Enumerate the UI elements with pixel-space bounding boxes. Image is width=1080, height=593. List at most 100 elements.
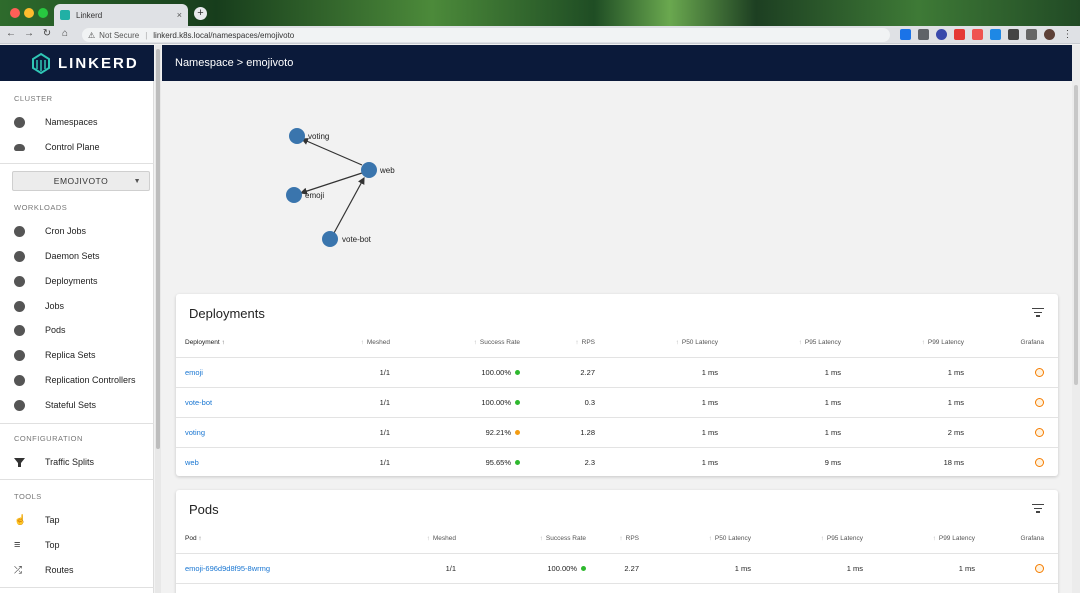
deployment-link[interactable]: vote-bot	[185, 398, 212, 407]
success-rate-cell: 100.00%	[390, 357, 520, 388]
pods-table: Pod ↑ ↑ Meshed ↑ Success Rate ↑ RPS ↑ P50 La…	[176, 525, 1058, 584]
sidebar-item-label: Stateful Sets	[45, 400, 97, 410]
p99-cell: 2 ms	[841, 417, 964, 448]
column-header-p95-latency[interactable]: ↑ P95 Latency	[718, 329, 841, 358]
new-tab-button[interactable]: +	[194, 7, 207, 20]
tab-close-icon[interactable]: ×	[177, 10, 182, 20]
deployment-link[interactable]: web	[185, 458, 199, 467]
p95-cell: 1 ms	[718, 387, 841, 418]
sidebar-item-label: Tap	[45, 515, 60, 525]
sidebar-item-stateful-sets[interactable]: Stateful Sets	[14, 396, 150, 414]
grafana-icon[interactable]	[1035, 397, 1044, 407]
address-separator: |	[145, 30, 148, 40]
brand-bar[interactable]: LINKERD	[0, 45, 154, 81]
p50-cell: 1 ms	[595, 357, 718, 388]
column-header-meshed[interactable]: ↑ Meshed	[306, 329, 390, 358]
deployment-link[interactable]: emoji	[185, 368, 203, 377]
card-title: Pods	[189, 502, 219, 517]
grafana-icon[interactable]	[1035, 563, 1044, 573]
address-bar[interactable]: ⚠ Not Secure | linkerd.k8s.local/namespa…	[82, 28, 890, 42]
column-header-p50-latency[interactable]: ↑ P50 Latency	[595, 329, 718, 358]
sidebar-item-control-plane[interactable]: Control Plane	[14, 138, 150, 156]
back-icon[interactable]: ←	[4, 28, 18, 39]
maximize-window-button[interactable]	[38, 8, 48, 18]
extension-icon[interactable]	[918, 29, 929, 40]
extension-icon[interactable]	[936, 29, 947, 40]
page-header: Namespace > emojivoto	[162, 45, 1072, 81]
column-header-p99-latency[interactable]: ↑ P99 Latency	[863, 525, 975, 554]
namespaces-icon	[14, 116, 25, 128]
column-header-success-rate[interactable]: ↑ Success Rate	[456, 525, 586, 554]
sidebar-item-namespaces[interactable]: Namespaces	[14, 113, 150, 131]
security-label: Not Secure	[99, 30, 140, 40]
sidebar-item-tap[interactable]: ☝ Tap	[14, 511, 150, 529]
graph-label-emoji: emoji	[305, 191, 324, 200]
scrollbar-thumb[interactable]	[156, 49, 160, 449]
grafana-icon[interactable]	[1035, 458, 1044, 467]
column-header-deployment[interactable]: Deployment ↑	[176, 329, 306, 358]
p50-cell: 1 ms	[639, 553, 751, 584]
status-dot-icon	[515, 370, 520, 376]
page-scrollbar[interactable]	[1072, 45, 1080, 593]
menu-kebab-icon[interactable]: ⋮	[1062, 29, 1073, 40]
column-header-p50-latency[interactable]: ↑ P50 Latency	[639, 525, 751, 554]
minimize-window-button[interactable]	[24, 8, 34, 18]
table-header-row: Pod ↑ ↑ Meshed ↑ Success Rate ↑ RPS ↑ P50 La…	[176, 525, 1058, 554]
grafana-icon[interactable]	[1035, 367, 1044, 377]
sidebar-item-label: Traffic Splits	[45, 457, 95, 467]
column-header-p95-latency[interactable]: ↑ P95 Latency	[751, 525, 863, 554]
sidebar-item-deployments[interactable]: Deployments	[14, 272, 150, 290]
column-header-pod[interactable]: Pod ↑	[176, 525, 336, 554]
column-header-meshed[interactable]: ↑ Meshed	[336, 525, 456, 554]
sidebar-scrollbar[interactable]	[155, 45, 161, 593]
daemon-sets-icon	[14, 250, 25, 262]
scrollbar-thumb[interactable]	[1074, 85, 1078, 385]
success-rate-cell: 100.00%	[390, 387, 520, 418]
filter-icon[interactable]	[1032, 504, 1044, 514]
filter-icon[interactable]	[1032, 308, 1044, 318]
namespace-select[interactable]: EMOJIVOTO ▼	[12, 171, 150, 191]
sidebar-item-pods[interactable]: Pods	[14, 321, 150, 339]
extension-icon[interactable]	[972, 29, 983, 40]
sidebar-item-cron-jobs[interactable]: Cron Jobs	[14, 222, 150, 240]
forward-icon[interactable]: →	[22, 28, 36, 39]
table-row: web 1/1 95.65% 2.3 1 ms 9 ms 18 ms	[176, 447, 1058, 477]
deployment-link[interactable]: voting	[185, 428, 205, 437]
tap-icon: ☝	[14, 514, 27, 526]
graph-node-voting[interactable]	[289, 128, 305, 144]
graph-node-emoji[interactable]	[286, 187, 302, 203]
extension-icon[interactable]	[900, 29, 911, 40]
reload-icon[interactable]: ↻	[40, 28, 54, 39]
close-window-button[interactable]	[10, 8, 20, 18]
column-header-rps[interactable]: ↑ RPS	[520, 329, 595, 358]
jobs-icon	[14, 300, 25, 312]
sidebar-toggle-icon[interactable]	[1026, 29, 1037, 40]
rps-cell: 2.27	[586, 553, 639, 584]
extensions-puzzle-icon[interactable]	[1008, 29, 1019, 40]
sidebar-item-jobs[interactable]: Jobs	[14, 297, 150, 315]
p99-cell: 1 ms	[841, 357, 964, 388]
success-rate-cell: 92.21%	[390, 417, 520, 448]
pod-link[interactable]: emoji-696d9d8f95-8wrmg	[185, 564, 270, 573]
extension-icon[interactable]	[990, 29, 1001, 40]
sidebar-item-daemon-sets[interactable]: Daemon Sets	[14, 247, 150, 265]
graph-node-web[interactable]	[361, 162, 377, 178]
column-header-p99-latency[interactable]: ↑ P99 Latency	[841, 329, 964, 358]
replica-sets-icon	[14, 349, 25, 361]
graph-node-vote-bot[interactable]	[322, 231, 338, 247]
sidebar-item-replication-controllers[interactable]: Replication Controllers	[14, 371, 150, 389]
p50-cell: 1 ms	[701, 457, 718, 467]
sidebar-item-routes[interactable]: ⤮ Routes	[14, 561, 150, 579]
namespace-select-value: EMOJIVOTO	[53, 176, 109, 186]
avatar[interactable]	[1044, 29, 1055, 40]
browser-tab-bar: Linkerd × +	[0, 0, 1080, 26]
column-header-rps[interactable]: ↑ RPS	[586, 525, 639, 554]
sidebar-item-top[interactable]: ≡ Top	[14, 536, 150, 554]
grafana-icon[interactable]	[1035, 427, 1044, 437]
extension-icon[interactable]	[954, 29, 965, 40]
column-header-success-rate[interactable]: ↑ Success Rate	[390, 329, 520, 358]
sidebar-item-traffic-splits[interactable]: Traffic Splits	[14, 453, 150, 471]
home-icon[interactable]: ⌂	[58, 28, 72, 39]
browser-tab[interactable]: Linkerd ×	[54, 4, 188, 26]
sidebar-item-replica-sets[interactable]: Replica Sets	[14, 346, 150, 364]
